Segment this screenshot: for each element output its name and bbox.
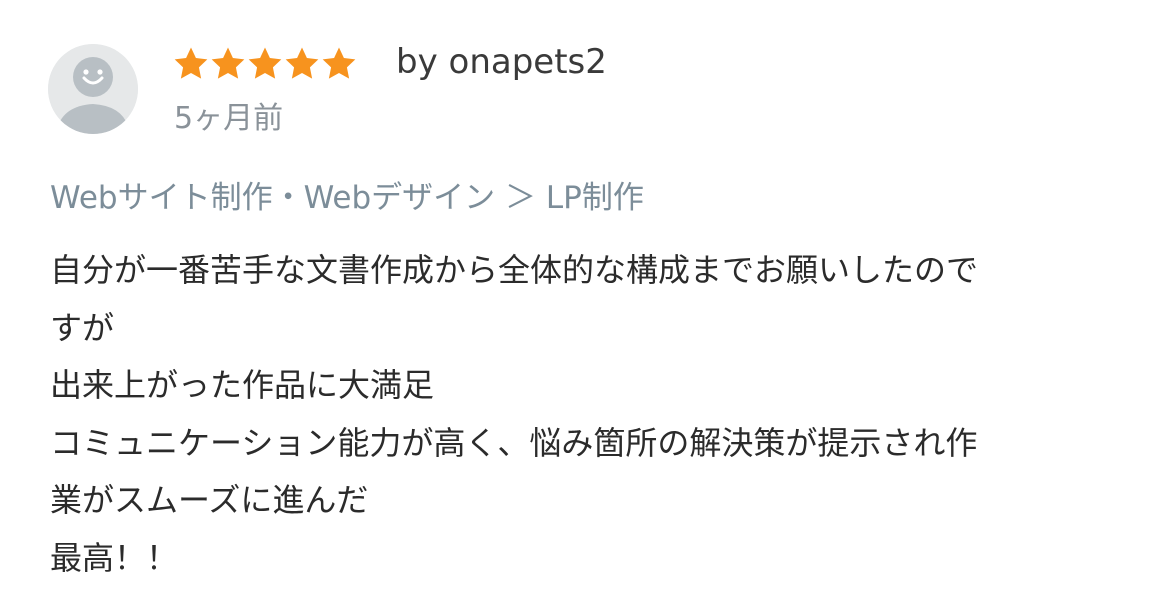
review-text-line: コミュニケーション能力が高く、悩み箇所の解決策が提示され作 <box>50 423 978 462</box>
star-icon <box>320 45 358 83</box>
review-text-line: 最高！！ <box>50 538 179 577</box>
review-card: by onapets2 5ヶ月前 Webサイト制作・Webデザイン ＞ LP制作… <box>0 0 1170 610</box>
review-body: 自分が一番苦手な文書作成から全体的な構成までお願いしたので すが出来上がった作品に… <box>50 242 1110 587</box>
star-icon <box>209 45 247 83</box>
user-avatar-icon <box>48 44 138 134</box>
review-text-line: 出来上がった作品に大満足 <box>50 366 435 404</box>
review-text-line: 業がスムーズに進んだ <box>50 481 369 519</box>
review-text-line: 自分が一番苦手な文書作成から全体的な構成までお願いしたので <box>50 251 979 289</box>
service-category-breadcrumb[interactable]: Webサイト制作・Webデザイン ＞ LP制作 <box>50 174 644 222</box>
reviewer-name[interactable]: by onapets2 <box>396 38 607 86</box>
star-icon <box>246 45 284 83</box>
reviewer-avatar[interactable] <box>48 44 138 134</box>
review-text-line: すが <box>50 308 115 347</box>
star-icon <box>283 45 321 83</box>
review-timestamp: 5ヶ月前 <box>174 101 284 136</box>
star-icon <box>172 45 210 83</box>
star-rating <box>172 44 357 84</box>
